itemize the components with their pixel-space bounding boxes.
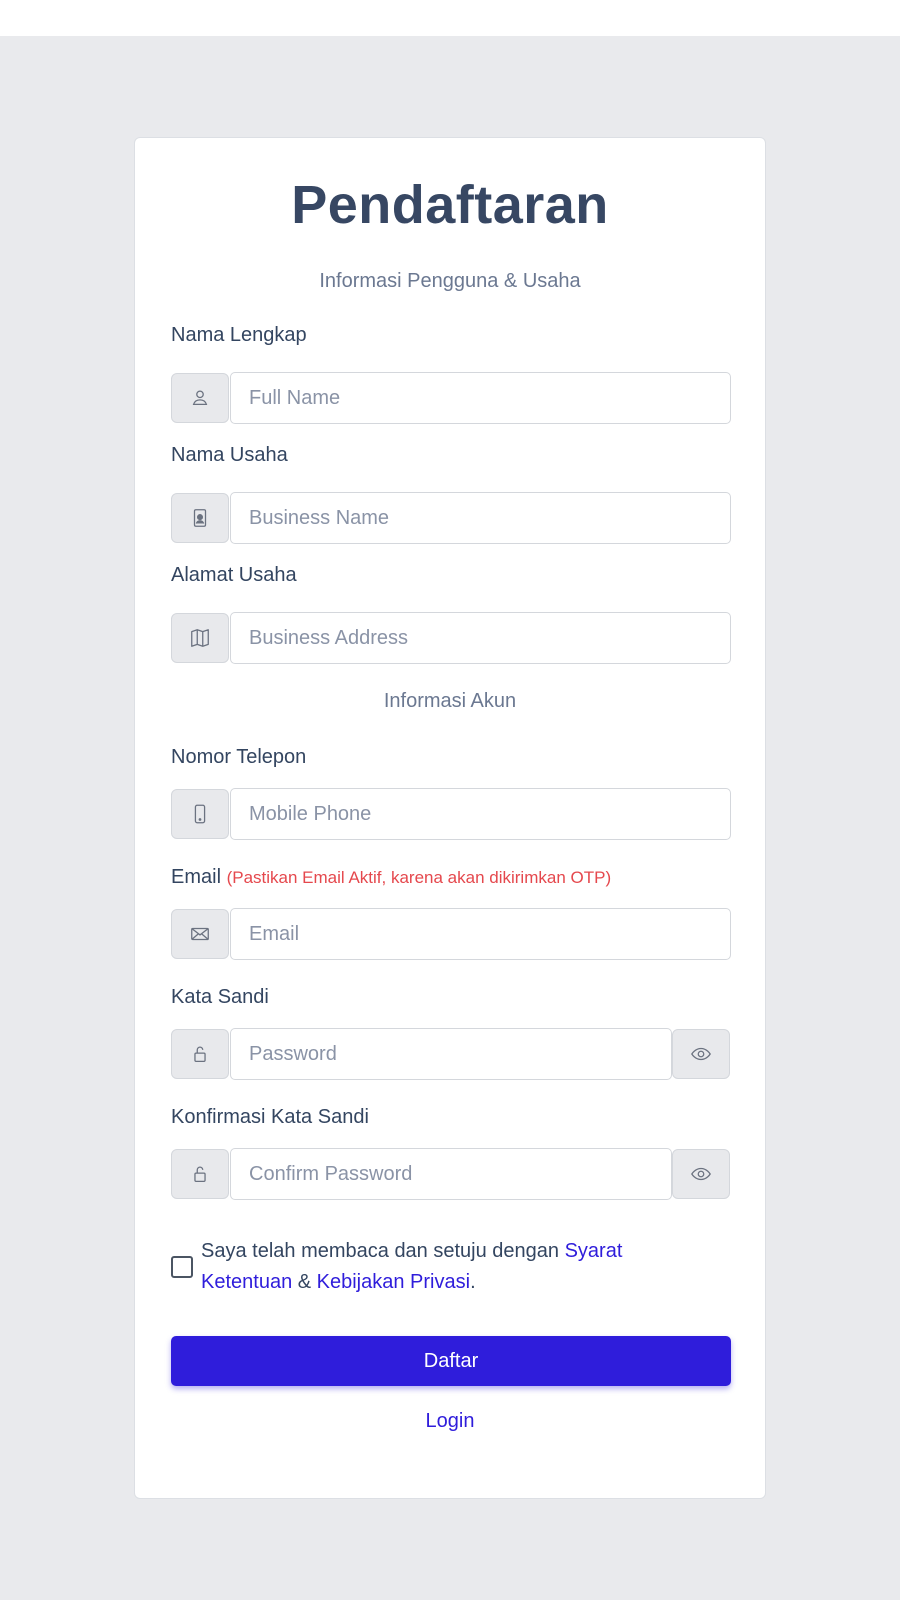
section-user-business-heading: Informasi Pengguna & Usaha	[319, 270, 581, 292]
agreement-joiner: &	[292, 1271, 317, 1293]
email-label-text: Email	[171, 866, 222, 888]
privacy-link[interactable]: Kebijakan Privasi	[317, 1271, 470, 1293]
id-badge-icon	[171, 493, 229, 543]
login-link[interactable]: Login	[426, 1410, 475, 1432]
password-input[interactable]	[230, 1028, 672, 1080]
agreement-text-before: Saya telah membaca dan setuju dengan	[201, 1240, 565, 1262]
full-name-label: Nama Lengkap	[171, 324, 307, 346]
full-name-input[interactable]	[230, 372, 731, 424]
lock-icon	[171, 1149, 229, 1199]
registration-card: Pendaftaran Informasi Pengguna & Usaha N…	[134, 137, 766, 1499]
user-icon	[171, 373, 229, 423]
register-button[interactable]: Daftar	[171, 1336, 731, 1386]
agreement-checkbox[interactable]	[171, 1256, 193, 1278]
eye-icon	[691, 1167, 711, 1181]
phone-icon	[171, 789, 229, 839]
business-address-label: Alamat Usaha	[171, 564, 297, 586]
email-input[interactable]	[230, 908, 731, 960]
confirm-password-input[interactable]	[230, 1148, 672, 1200]
login-row: Login	[135, 1410, 765, 1433]
password-visibility-toggle[interactable]	[672, 1029, 730, 1079]
lock-icon	[171, 1029, 229, 1079]
email-otp-note: (Pastikan Email Aktif, karena akan dikir…	[226, 868, 612, 887]
phone-label: Nomor Telepon	[171, 746, 307, 768]
confirm-password-visibility-toggle[interactable]	[672, 1149, 730, 1199]
map-icon	[171, 613, 229, 663]
section-account-heading: Informasi Akun	[383, 690, 517, 712]
page-title: Pendaftaran	[291, 175, 609, 235]
phone-input[interactable]	[230, 788, 731, 840]
email-label: Email (Pastikan Email Aktif, karena akan…	[171, 866, 611, 889]
business-name-label: Nama Usaha	[171, 444, 288, 466]
business-name-input[interactable]	[230, 492, 731, 544]
password-label: Kata Sandi	[171, 986, 269, 1008]
business-address-input[interactable]	[230, 612, 731, 664]
confirm-password-label: Konfirmasi Kata Sandi	[171, 1106, 369, 1128]
envelope-icon	[171, 909, 229, 959]
agreement-text-after: .	[470, 1271, 476, 1293]
eye-icon	[691, 1047, 711, 1061]
agreement-text: Saya telah membaca dan setuju dengan Sya…	[201, 1236, 671, 1298]
